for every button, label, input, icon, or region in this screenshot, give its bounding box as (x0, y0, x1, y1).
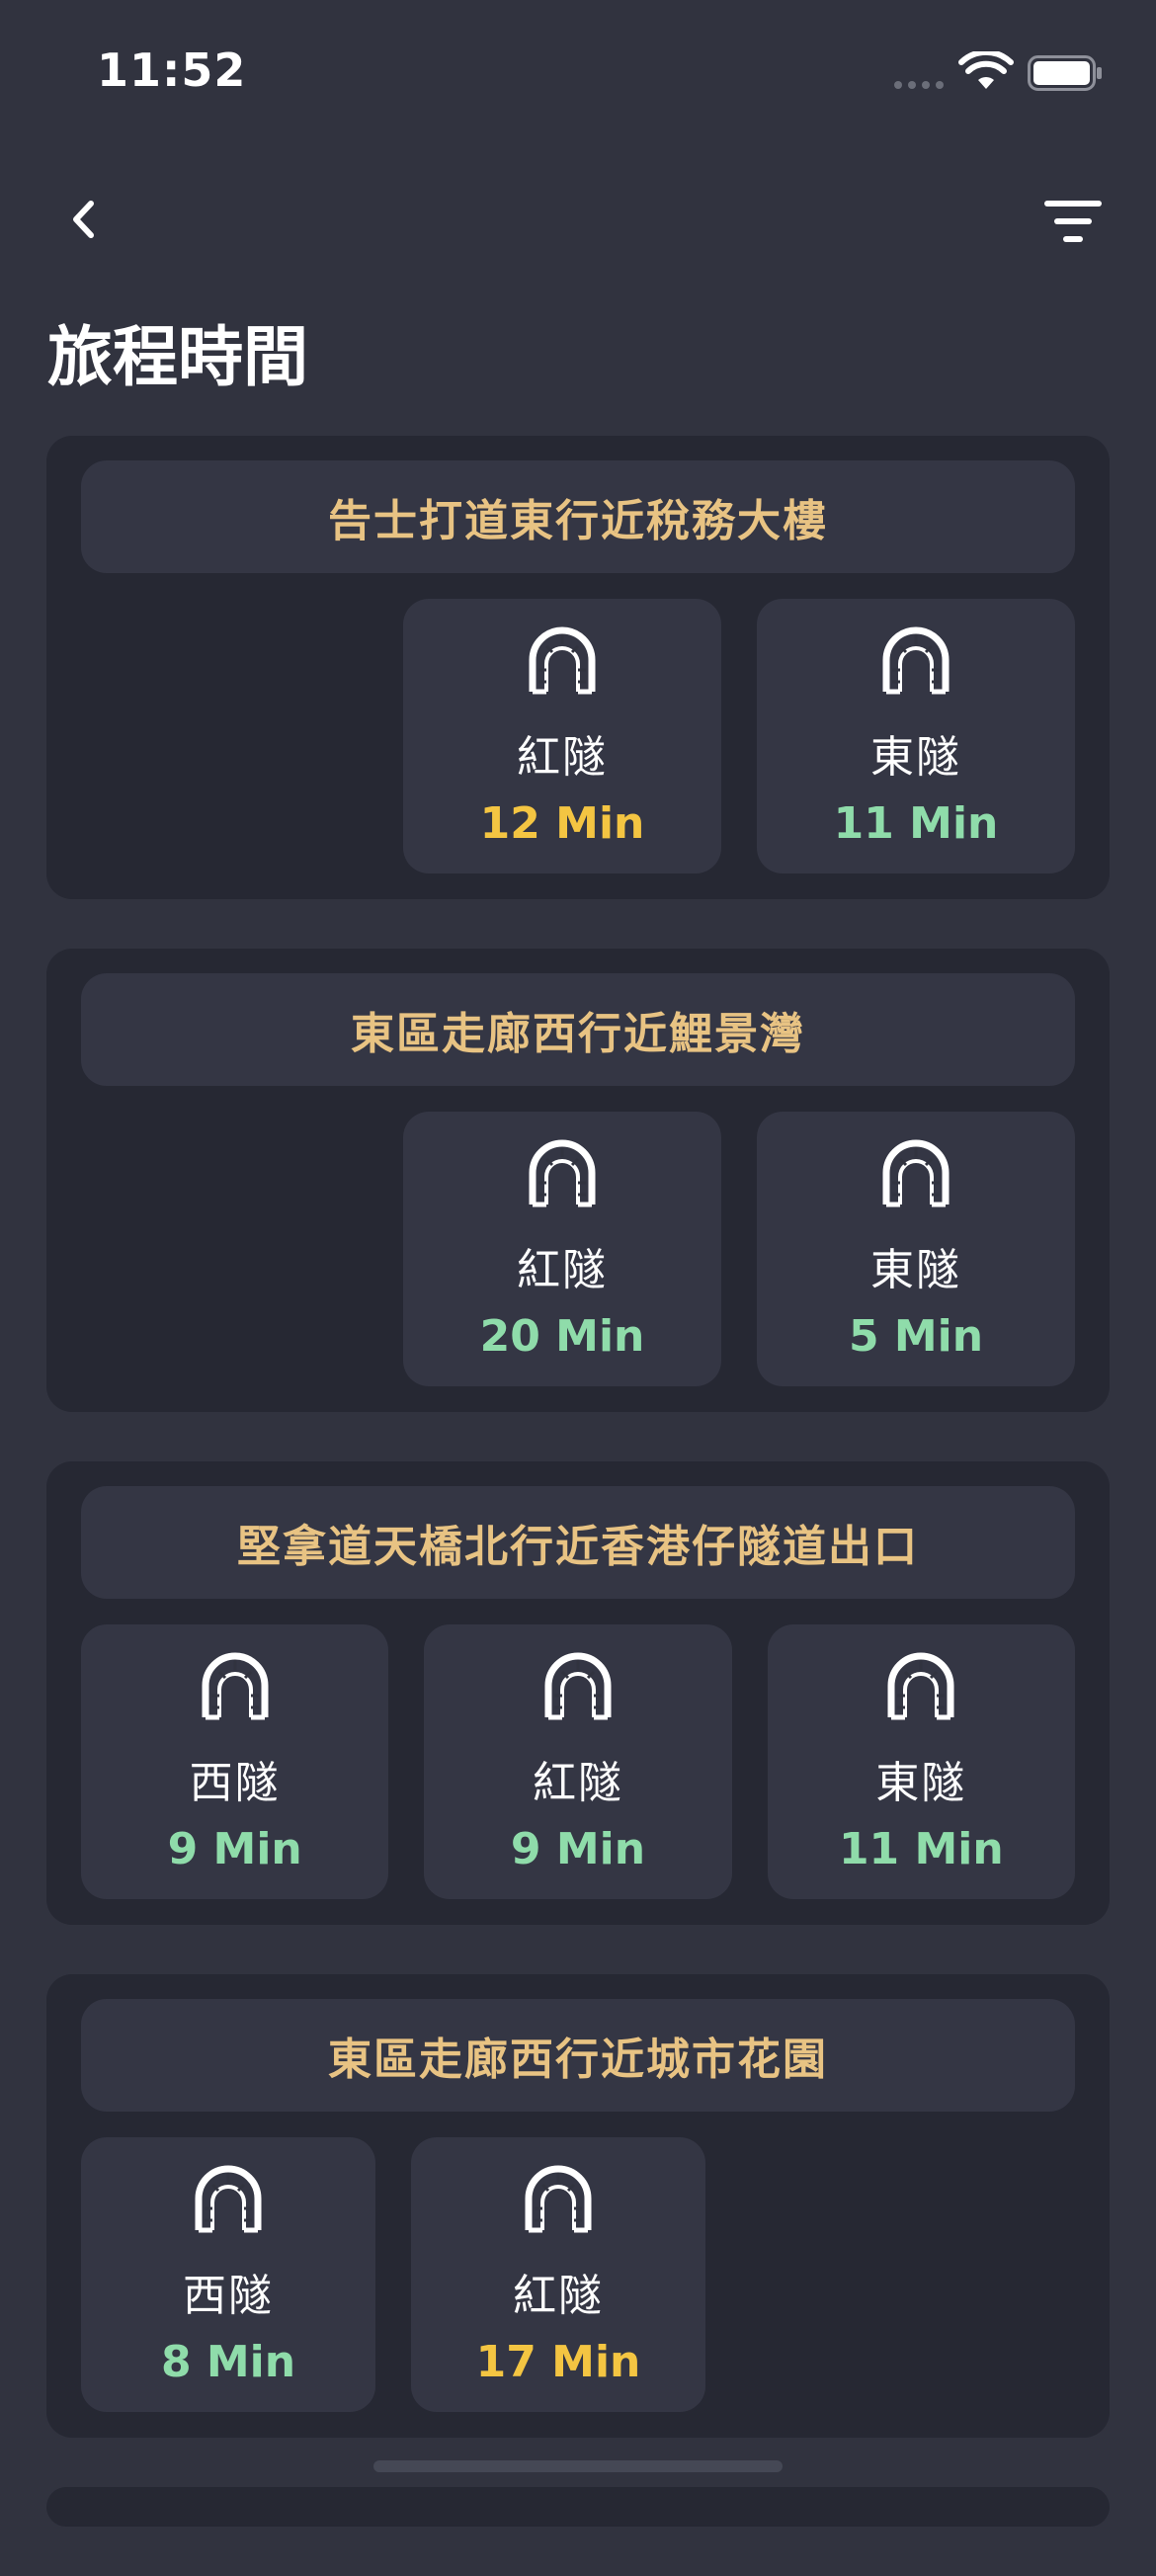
route-card-title: 告士打道東行近稅務大樓 (81, 460, 1075, 573)
tunnel-name: 東隧 (870, 732, 961, 783)
route-card[interactable]: 堅拿道天橋北行近香港仔隧道出口 西隧 9 Min 紅隧 9 Min 東隧 11 … (46, 1461, 1110, 1925)
tunnel-tile[interactable]: 西隧 8 Min (81, 2137, 375, 2412)
wifi-icon (958, 51, 1014, 89)
route-cards-list: 告士打道東行近稅務大樓 紅隧 12 Min 東隧 11 Min 東區走廊西行近鯉… (46, 436, 1110, 2576)
back-button[interactable] (59, 194, 111, 245)
tunnel-icon (542, 1652, 614, 1723)
tunnel-icon (523, 2165, 594, 2236)
tunnel-name: 紅隧 (517, 732, 608, 783)
tunnel-name: 東隧 (875, 1758, 967, 1808)
status-bar: 11:52 (0, 0, 1156, 148)
battery-icon (1028, 55, 1102, 91)
tunnel-tile[interactable]: 紅隧 12 Min (403, 599, 721, 873)
route-card[interactable]: 東區走廊西行近城市花園 西隧 8 Min 紅隧 17 Min (46, 1974, 1110, 2438)
tunnel-name: 西隧 (189, 1758, 281, 1808)
travel-time: 12 Min (479, 798, 645, 849)
tunnel-icon (880, 1139, 951, 1210)
travel-time: 5 Min (848, 1311, 984, 1362)
travel-time: 17 Min (475, 2337, 641, 2387)
tunnel-name: 紅隧 (517, 1245, 608, 1295)
travel-time: 9 Min (510, 1824, 646, 1874)
tunnel-icon (200, 1652, 271, 1723)
tunnel-name: 紅隧 (513, 2271, 604, 2321)
route-card[interactable]: 告士打道東行近稅務大樓 紅隧 12 Min 東隧 11 Min (46, 436, 1110, 899)
tunnel-name: 西隧 (183, 2271, 274, 2321)
travel-time: 11 Min (838, 1824, 1004, 1874)
tunnel-name: 東隧 (870, 1245, 961, 1295)
tunnel-tiles: 西隧 9 Min 紅隧 9 Min 東隧 11 Min (81, 1624, 1075, 1899)
tunnel-tiles: 紅隧 12 Min 東隧 11 Min (81, 599, 1075, 873)
route-card-title: 東區走廊西行近城市花園 (81, 1999, 1075, 2112)
route-card-title: 東區走廊西行近鯉景灣 (81, 973, 1075, 1086)
tunnel-tile[interactable]: 東隧 5 Min (757, 1112, 1075, 1386)
cellular-signal-icon (894, 81, 944, 89)
route-card-title: 堅拿道天橋北行近香港仔隧道出口 (81, 1486, 1075, 1599)
travel-time: 9 Min (167, 1824, 302, 1874)
route-card[interactable]: 東區走廊西行近鯉景灣 紅隧 20 Min 東隧 5 Min (46, 949, 1110, 1412)
tunnel-tile[interactable]: 紅隧 20 Min (403, 1112, 721, 1386)
tunnel-tile[interactable]: 東隧 11 Min (767, 1624, 1075, 1899)
tunnel-icon (885, 1652, 956, 1723)
tunnel-icon (527, 626, 598, 698)
tunnel-name: 紅隧 (532, 1758, 623, 1808)
filter-icon (1044, 201, 1102, 242)
home-indicator (373, 2460, 783, 2472)
travel-time: 11 Min (833, 798, 999, 849)
tunnel-icon (880, 626, 951, 698)
tunnel-icon (193, 2165, 264, 2236)
status-time: 11:52 (97, 43, 247, 97)
tunnel-tiles: 紅隧 20 Min 東隧 5 Min (81, 1112, 1075, 1386)
tunnel-tile[interactable]: 西隧 9 Min (81, 1624, 389, 1899)
tunnel-icon (527, 1139, 598, 1210)
page-title: 旅程時間 (47, 319, 308, 395)
tunnel-tiles: 西隧 8 Min 紅隧 17 Min (81, 2137, 1075, 2412)
filter-button[interactable] (1043, 198, 1103, 247)
tunnel-tile[interactable]: 東隧 11 Min (757, 599, 1075, 873)
travel-time: 8 Min (160, 2337, 296, 2387)
tunnel-tile[interactable]: 紅隧 17 Min (411, 2137, 705, 2412)
chevron-left-icon (73, 201, 94, 238)
route-card-partial[interactable] (46, 2487, 1110, 2527)
tunnel-tile[interactable]: 紅隧 9 Min (424, 1624, 732, 1899)
travel-time: 20 Min (479, 1311, 645, 1362)
